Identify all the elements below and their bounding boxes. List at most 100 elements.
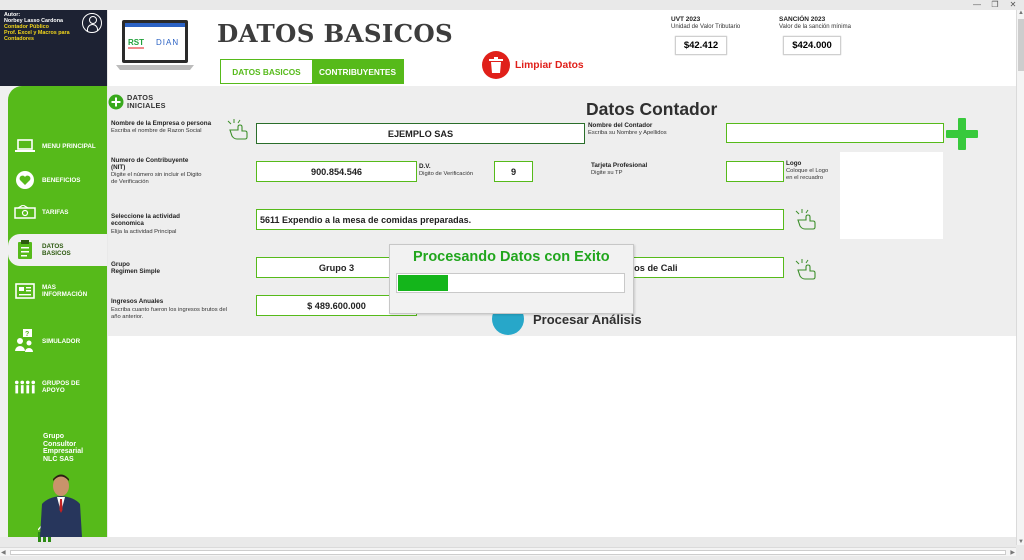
actividad-label-line: Seleccione la actividad bbox=[111, 213, 180, 220]
nav-grupos-apoyo[interactable]: GRUPOS DE APOYO bbox=[8, 371, 107, 403]
scroll-right-icon[interactable]: ▶ bbox=[1010, 549, 1015, 556]
add-contador-icon[interactable] bbox=[946, 118, 978, 150]
nit-hint-line: Digite el número sin incluir el Digito bbox=[111, 172, 202, 178]
nav-label: TARIFAS bbox=[42, 208, 69, 216]
dv-hint: Digito de Verificación bbox=[419, 171, 474, 177]
progress-bar bbox=[396, 273, 625, 293]
scroll-up-icon[interactable]: ▲ bbox=[1018, 10, 1024, 16]
nit-label-line: (NIT) bbox=[111, 164, 126, 172]
author-info: Autor: Norbey Lasso Cardona Contador Púb… bbox=[4, 12, 84, 42]
clipboard-icon bbox=[14, 240, 36, 260]
laptop-logos-image: RST DIAN bbox=[116, 20, 194, 70]
tab-contribuyentes[interactable]: CONTRIBUYENTES bbox=[312, 60, 403, 83]
add-circle-icon bbox=[108, 94, 124, 110]
company-line: Consultor bbox=[43, 440, 77, 448]
sancion-block: SANCIÓN 2023 Valor de la sanción mínima … bbox=[779, 16, 851, 55]
people-question-icon: ? bbox=[14, 329, 36, 352]
sancion-title: SANCIÓN 2023 bbox=[779, 16, 826, 23]
author-logo-icon bbox=[82, 13, 102, 33]
nit-label: Numero de Contribuyente (NIT) bbox=[111, 157, 188, 171]
dv-input[interactable]: 9 bbox=[494, 161, 533, 182]
nit-input[interactable]: 900.854.546 bbox=[256, 161, 417, 182]
tarjeta-hint: Digite su TP bbox=[591, 170, 623, 176]
empresa-hint: Escriba el nombre de Razon Social bbox=[111, 128, 202, 134]
ingresos-hint: Escriba cuanto fueron los ingresos bruto… bbox=[111, 307, 227, 321]
nav-mas-informacion[interactable]: MAS INFORMACIÓN bbox=[8, 275, 107, 307]
company-name: Grupo Consultor Empresarial NLC SAS bbox=[43, 433, 103, 463]
author-role-3: Contadores bbox=[4, 36, 34, 42]
ingresos-label: Ingresos Anuales bbox=[111, 298, 164, 305]
svg-text:?: ? bbox=[25, 331, 29, 338]
author-photo bbox=[40, 474, 82, 537]
empresa-label: Nombre de la Empresa o persona bbox=[111, 120, 212, 127]
pointing-hand-icon bbox=[795, 259, 816, 280]
pointing-hand-icon bbox=[795, 209, 816, 230]
laptop-icon bbox=[14, 136, 36, 156]
empresa-input[interactable]: EJEMPLO SAS bbox=[256, 123, 585, 144]
progress-message: Procesando Datos con Exito bbox=[413, 249, 610, 265]
actividad-hint: Elija la actividad Principal bbox=[111, 229, 177, 235]
vertical-scrollbar[interactable]: ▲ ▼ bbox=[1016, 10, 1024, 545]
company-line: Empresarial bbox=[43, 448, 84, 455]
tarjeta-input[interactable] bbox=[726, 161, 784, 182]
contador-label: Nombre del Contador bbox=[588, 122, 653, 129]
nav-label: MENU PRINCIPAL bbox=[42, 142, 96, 150]
scroll-left-icon[interactable]: ◀ bbox=[1, 549, 6, 556]
progress-bar-fill bbox=[398, 275, 448, 291]
nit-hint: Digite el número sin incluir el Digito d… bbox=[111, 172, 202, 186]
scroll-down-icon[interactable]: ▼ bbox=[1018, 539, 1024, 545]
logo-dropzone[interactable] bbox=[840, 152, 943, 239]
section-title-line: INICIALES bbox=[127, 101, 166, 110]
rst-logo: RST bbox=[128, 38, 144, 47]
header: RST DIAN DATOS BASICOS DATOS BASICOS CON… bbox=[108, 10, 1016, 86]
ingresos-hint-line: año anterior. bbox=[111, 313, 144, 320]
progress-dialog: Procesando Datos con Exito bbox=[389, 244, 634, 314]
scroll-thumb[interactable] bbox=[10, 550, 1006, 555]
minimize-icon[interactable]: — bbox=[972, 0, 982, 9]
clear-data-label: Limpiar Datos bbox=[515, 59, 584, 71]
group-icon bbox=[14, 377, 36, 397]
dian-logo: DIAN bbox=[156, 38, 179, 47]
page-title: DATOS BASICOS bbox=[217, 19, 454, 48]
nav-label: DATOS BASICOS bbox=[42, 243, 71, 257]
logo-hint-line: en el recuadro bbox=[786, 174, 824, 181]
nit-hint-line: de Verificación bbox=[111, 178, 149, 185]
nav-label: MAS INFORMACIÓN bbox=[42, 284, 88, 298]
clear-data-button[interactable]: Limpiar Datos bbox=[482, 51, 584, 79]
nav-label: BENEFICIOS bbox=[42, 176, 81, 184]
actividad-select[interactable]: 5611 Expendio a la mesa de comidas prepa… bbox=[256, 209, 784, 230]
nav-simulador[interactable]: ? SIMULADOR bbox=[8, 321, 107, 361]
side-navigation: MENU PRINCIPAL BENEFICIOS TARIFAS DATOS … bbox=[8, 86, 107, 542]
nav-label: GRUPOS DE APOYO bbox=[42, 380, 80, 394]
nit-label-line: Numero de Contribuyente bbox=[111, 157, 189, 164]
lower-blank-area bbox=[108, 336, 1016, 537]
dv-label: D.V. bbox=[419, 163, 431, 170]
pointing-hand-icon bbox=[227, 119, 248, 140]
heart-icon bbox=[14, 170, 36, 190]
section-title: DATOS INICIALES bbox=[127, 94, 166, 110]
window-controls: — ❐ ✕ bbox=[964, 0, 1024, 9]
company-line: Grupo bbox=[43, 433, 64, 440]
actividad-label-line: economica bbox=[111, 220, 144, 228]
ciudad-select[interactable]: stos de Cali bbox=[622, 257, 784, 278]
nav-datos-basicos[interactable]: DATOS BASICOS bbox=[8, 234, 107, 266]
uvt-value: $42.412 bbox=[675, 36, 727, 55]
newspaper-icon bbox=[14, 281, 36, 301]
nav-label: SIMULADOR bbox=[42, 337, 81, 345]
author-card: Autor: Norbey Lasso Cardona Contador Púb… bbox=[0, 10, 107, 86]
restore-icon[interactable]: ❐ bbox=[990, 0, 1000, 9]
contador-input[interactable] bbox=[726, 123, 944, 143]
contador-hint: Escriba su Nombre y Apellidos bbox=[588, 130, 667, 136]
uvt-title: UVT 2023 bbox=[671, 16, 701, 23]
excel-dashboard-window: { "author": { "line1": "Autor:", "line2"… bbox=[0, 0, 1024, 560]
tab-datos-basicos[interactable]: DATOS BASICOS bbox=[221, 60, 312, 83]
nav-beneficios[interactable]: BENEFICIOS bbox=[8, 164, 107, 196]
sancion-value: $424.000 bbox=[783, 36, 841, 55]
nav-tarifas[interactable]: TARIFAS bbox=[8, 196, 107, 228]
close-icon[interactable]: ✕ bbox=[1008, 0, 1018, 9]
grupo-label-line: Regimen Simple bbox=[111, 268, 160, 276]
nav-menu-principal[interactable]: MENU PRINCIPAL bbox=[8, 130, 107, 162]
scroll-thumb[interactable] bbox=[1018, 19, 1024, 71]
horizontal-scrollbar[interactable]: ◀ ▶ bbox=[0, 547, 1016, 556]
actividad-label: Seleccione la actividad economica bbox=[111, 213, 180, 227]
